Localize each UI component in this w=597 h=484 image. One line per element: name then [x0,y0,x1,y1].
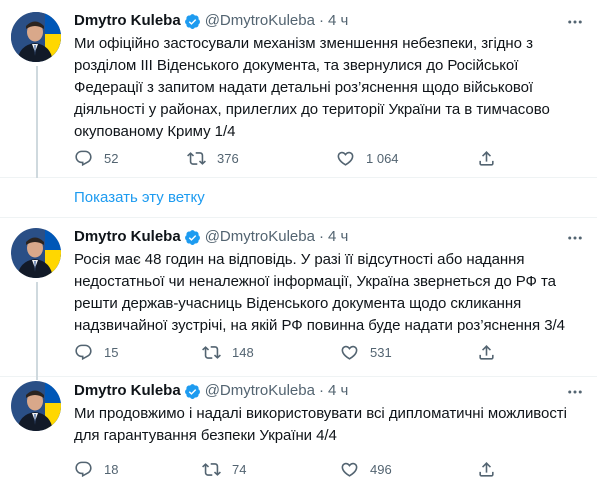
like-icon [337,151,354,166]
reply-count: 15 [104,344,119,360]
separator-dot: · [318,12,324,29]
author-name[interactable]: Dmytro Kuleba [74,381,181,401]
avatar-photo [11,12,61,62]
tweet-text-line: Ми продовжимо і надалі використовувати в… [74,405,567,422]
like-button[interactable]: 496 [340,459,392,479]
retweet-button[interactable]: 376 [187,148,239,168]
separator-dot: · [318,228,324,245]
tweet-text-line: Федерації з запитом надати детальні роз’… [74,79,534,96]
thread-connector [36,376,38,380]
like-count: 531 [370,344,392,360]
share-icon [479,461,494,477]
like-icon [341,462,358,477]
show-thread-link[interactable]: Показать эту ветку [74,188,205,208]
like-count: 1 064 [366,150,399,166]
tweet-text: Ми офіційно застосували механізм зменшен… [74,33,579,143]
retweet-button[interactable]: 74 [202,459,246,479]
tweet-timestamp[interactable]: 4 ч [328,381,348,401]
like-icon [341,345,358,360]
thread-connector [36,282,38,376]
like-count: 496 [370,461,392,477]
tweet-3[interactable]: Dmytro Kuleba @DmytroKuleba · 4 ч Ми про… [0,376,597,484]
reply-button[interactable]: 52 [74,148,118,168]
retweet-count: 148 [232,344,254,360]
tweet-text: Росія має 48 годин на відповідь. У разі … [74,249,579,337]
share-button[interactable] [477,459,496,479]
tweet-text-line: діяльності у районах, прилеглих до терит… [74,101,550,118]
tweet-actions: 15 148 531 [74,342,514,362]
more-options-icon[interactable] [565,228,585,248]
retweet-icon [187,151,206,165]
avatar-photo [11,228,61,278]
reply-count: 52 [104,150,119,166]
retweet-count: 376 [217,150,239,166]
tweet-text-line: Ми офіційно застосували механізм зменшен… [74,35,533,52]
reply-button[interactable]: 15 [74,342,118,362]
avatar[interactable] [11,381,61,431]
tweet-actions: 18 74 496 [74,459,514,479]
tweet-text-line: решти держав-учасниць Віденського докуме… [74,295,522,312]
tweet-text-line: Росія має 48 годин на відповідь. У разі … [74,251,525,268]
author-handle[interactable]: @DmytroKuleba [205,381,315,401]
tweet-text-line: надзвичайної зустрічі, на якій РФ повинн… [74,317,565,334]
tweet-text-line: недостатньої чи неналежної інформації, У… [74,273,556,290]
tweet-2[interactable]: Dmytro Kuleba @DmytroKuleba · 4 ч Росія … [0,218,597,376]
tweet-text-line: для гарантування безпеки України 4/4 [74,427,337,444]
author-name[interactable]: Dmytro Kuleba [74,227,181,247]
author-name[interactable]: Dmytro Kuleba [74,11,181,31]
retweet-icon [202,462,221,476]
tweet-text-line: окупованому Криму 1/4 [74,123,236,140]
verified-badge-icon [184,229,201,246]
share-button[interactable] [477,148,496,168]
author-handle[interactable]: @DmytroKuleba [205,227,315,247]
retweet-icon [202,345,221,359]
tweet-1[interactable]: Dmytro Kuleba @DmytroKuleba · 4 ч Ми офі… [0,0,597,178]
avatar[interactable] [11,12,61,62]
verified-badge-icon [184,13,201,30]
avatar-photo [11,381,61,431]
share-icon [479,344,494,360]
tweet-text: Ми продовжимо і надалі використовувати в… [74,403,579,447]
tweet-timestamp[interactable]: 4 ч [328,11,348,31]
tweet-header: Dmytro Kuleba @DmytroKuleba · 4 ч [74,380,348,402]
author-handle[interactable]: @DmytroKuleba [205,11,315,31]
more-options-icon[interactable] [565,382,585,402]
reply-icon [75,150,92,166]
avatar[interactable] [11,228,61,278]
retweet-button[interactable]: 148 [202,342,254,362]
tweet-actions: 52 376 1 064 [74,148,514,168]
separator-dot: · [318,382,324,399]
verified-badge-icon [184,383,201,400]
tweet-header: Dmytro Kuleba @DmytroKuleba · 4 ч [74,10,348,32]
tweet-header: Dmytro Kuleba @DmytroKuleba · 4 ч [74,226,348,248]
like-button[interactable]: 1 064 [336,148,399,168]
share-button[interactable] [477,342,496,362]
like-button[interactable]: 531 [340,342,392,362]
thread-connector [36,66,38,178]
reply-count: 18 [104,461,119,477]
more-options-icon[interactable] [565,12,585,32]
tweet-text-line: розділом III Віденського документа, та з… [74,57,519,74]
share-icon [479,150,494,166]
show-thread-row[interactable]: Показать эту ветку [0,178,597,218]
retweet-count: 74 [232,461,247,477]
reply-icon [75,461,92,477]
reply-button[interactable]: 18 [74,459,118,479]
reply-icon [75,344,92,360]
tweet-timestamp[interactable]: 4 ч [328,227,348,247]
